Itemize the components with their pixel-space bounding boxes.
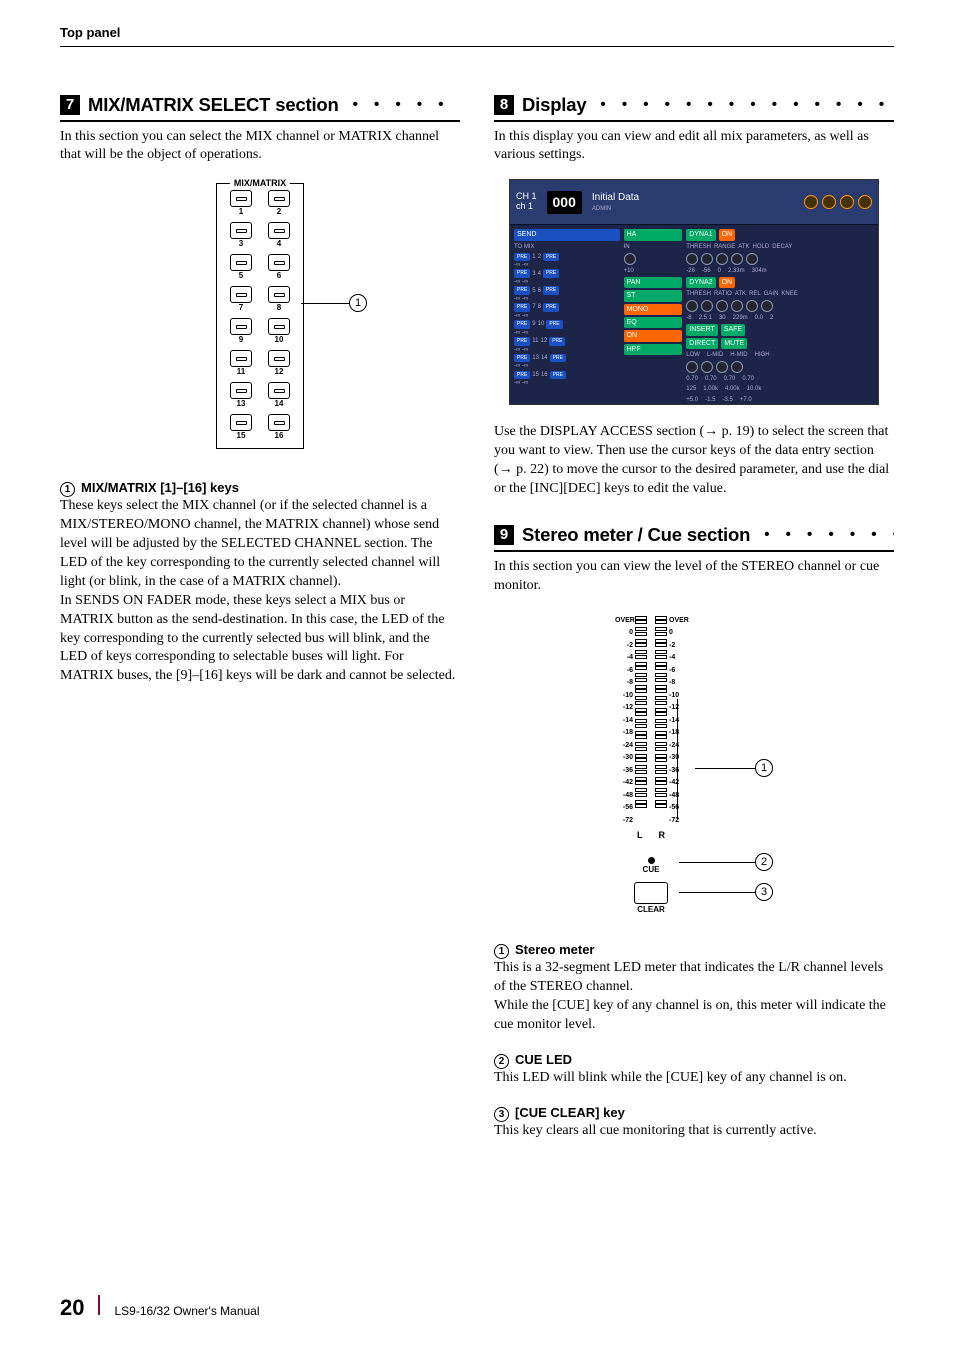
cue-clear-button[interactable] — [634, 882, 668, 904]
section7-number: 7 — [60, 95, 80, 115]
section7-callout1-text: These keys select the MIX channel (or if… — [60, 497, 460, 686]
display-screenshot: CH 1 ch 1 000 Initial Data ADMIN SEND TO… — [509, 179, 879, 405]
mixmatrix-key-2[interactable]: 2 — [265, 190, 293, 216]
scale-left: OVER0-2-4-6-8-10-12-14-18-24-30-36-42-48… — [615, 616, 633, 827]
dots-filler: • • • • • • • • • • • • • • • • — [758, 525, 894, 545]
dots-filler: • • • • • • • • • • • • • • — [347, 95, 460, 115]
callout-bubble-1: 1 — [349, 294, 367, 312]
stereo-meter-diagram: OVER0-2-4-6-8-10-12-14-18-24-30-36-42-48… — [494, 616, 894, 916]
meter-box: OVER0-2-4-6-8-10-12-14-18-24-30-36-42-48… — [615, 616, 773, 916]
section8-heading: 8 Display • • • • • • • • • • • • • • • … — [494, 93, 894, 122]
right-column: 8 Display • • • • • • • • • • • • • • • … — [494, 93, 894, 1151]
footer-rule — [98, 1295, 100, 1315]
led-column-right — [655, 616, 667, 827]
dots-filler: • • • • • • • • • • • • • • • • • • • • … — [594, 95, 894, 115]
section9-callout1-head: 1 Stereo meter — [494, 941, 894, 959]
mixmatrix-key-15[interactable]: 15 — [227, 414, 255, 440]
section9-heading: 9 Stereo meter / Cue section • • • • • •… — [494, 523, 894, 552]
mixmatrix-key-13[interactable]: 13 — [227, 382, 255, 408]
mixmatrix-key-12[interactable]: 12 — [265, 350, 293, 376]
mixmatrix-key-6[interactable]: 6 — [265, 254, 293, 280]
section8-title: Display — [522, 93, 586, 118]
mixmatrix-label: MIX/MATRIX — [230, 177, 290, 189]
mixmatrix-key-4[interactable]: 4 — [265, 222, 293, 248]
left-column: 7 MIX/MATRIX SELECT section • • • • • • … — [60, 93, 460, 1151]
scene-name: Initial Data ADMIN — [592, 191, 639, 213]
section8-number: 8 — [494, 95, 514, 115]
section8-after: Use the DISPLAY ACCESS section (→ p. 19)… — [494, 423, 894, 499]
section9-callout2-title: CUE LED — [515, 1051, 572, 1069]
section9-callout3-title: [CUE CLEAR] key — [515, 1104, 625, 1122]
cue-label: CUE — [615, 865, 687, 876]
display-topbar: CH 1 ch 1 000 Initial Data ADMIN — [510, 180, 878, 225]
section7-heading: 7 MIX/MATRIX SELECT section • • • • • • … — [60, 93, 460, 122]
callout-pointer-1: 1 — [301, 294, 367, 312]
mixmatrix-key-1[interactable]: 1 — [227, 190, 255, 216]
mixmatrix-key-10[interactable]: 10 — [265, 318, 293, 344]
page-footer: 20 LS9-16/32 Owner's Manual — [60, 1293, 260, 1323]
mixmatrix-box: MIX/MATRIX 12345678910111213141516 1 — [216, 183, 304, 449]
mixmatrix-key-grid: 12345678910111213141516 — [227, 190, 293, 440]
section9-number: 9 — [494, 525, 514, 545]
circled-3: 3 — [494, 1107, 509, 1122]
circled-1: 1 — [60, 482, 75, 497]
section7-callout1-head: 1 MIX/MATRIX [1]–[16] keys — [60, 479, 460, 497]
scale-right: OVER0-2-4-6-8-10-12-14-18-24-30-36-42-48… — [669, 616, 687, 827]
channel-label: CH 1 ch 1 — [516, 192, 537, 212]
ha-column: HA IN +10 PAN ST MONO EQ ON HPF — [624, 229, 683, 400]
section8-intro: In this display you can view and edit al… — [494, 128, 894, 166]
two-column-layout: 7 MIX/MATRIX SELECT section • • • • • • … — [60, 93, 894, 1151]
section9-callout3-head: 3 [CUE CLEAR] key — [494, 1104, 894, 1122]
mixmatrix-key-16[interactable]: 16 — [265, 414, 293, 440]
section9-title: Stereo meter / Cue section — [522, 523, 750, 548]
circled-2: 2 — [494, 1054, 509, 1069]
circled-1b: 1 — [494, 944, 509, 959]
led-column-left — [635, 616, 647, 827]
clear-label: CLEAR — [615, 905, 687, 916]
page-number: 20 — [60, 1293, 84, 1323]
lr-labels: LR — [615, 829, 687, 841]
display-body: SEND TO MIX PRE12PRE-∞ -∞PRE34PRE-∞ -∞PR… — [510, 225, 878, 404]
send-column: SEND TO MIX PRE12PRE-∞ -∞PRE34PRE-∞ -∞PR… — [514, 229, 620, 400]
dyna-column: DYNA1ON THRESHRANGEATKHOLDDECAY -26-5602… — [686, 229, 874, 400]
anno-1: 1 — [695, 759, 773, 777]
mixmatrix-key-9[interactable]: 9 — [227, 318, 255, 344]
leader-line — [301, 303, 349, 304]
mixmatrix-key-8[interactable]: 8 — [265, 286, 293, 312]
section7-title: MIX/MATRIX SELECT section — [88, 93, 339, 118]
section9-callout1-text: This is a 32-segment LED meter that indi… — [494, 959, 894, 1035]
mixmatrix-key-14[interactable]: 14 — [265, 382, 293, 408]
section9-callout1-title: Stereo meter — [515, 941, 594, 959]
anno-3: 3 — [679, 883, 773, 901]
section9-intro: In this section you can view the level o… — [494, 558, 894, 596]
mixmatrix-key-7[interactable]: 7 — [227, 286, 255, 312]
header-section: Top panel — [60, 25, 120, 40]
section7-callout1-title: MIX/MATRIX [1]–[16] keys — [81, 479, 239, 497]
section7-intro: In this section you can select the MIX c… — [60, 128, 460, 166]
anno-2: 2 — [679, 853, 773, 871]
footer-text: LS9-16/32 Owner's Manual — [114, 1303, 259, 1319]
mixmatrix-key-11[interactable]: 11 — [227, 350, 255, 376]
scene-number: 000 — [547, 191, 582, 214]
mixmatrix-key-3[interactable]: 3 — [227, 222, 255, 248]
page-header: Top panel — [60, 24, 894, 47]
section9-callout2-text: This LED will blink while the [CUE] key … — [494, 1069, 894, 1088]
cue-led-icon — [648, 857, 655, 864]
mixmatrix-diagram: MIX/MATRIX 12345678910111213141516 1 — [60, 183, 460, 449]
section9-callout2-head: 2 CUE LED — [494, 1051, 894, 1069]
section9-callout3-text: This key clears all cue monitoring that … — [494, 1122, 894, 1141]
cue-block: CUE CLEAR — [615, 857, 687, 916]
mixmatrix-key-5[interactable]: 5 — [227, 254, 255, 280]
st-dials — [804, 195, 872, 209]
